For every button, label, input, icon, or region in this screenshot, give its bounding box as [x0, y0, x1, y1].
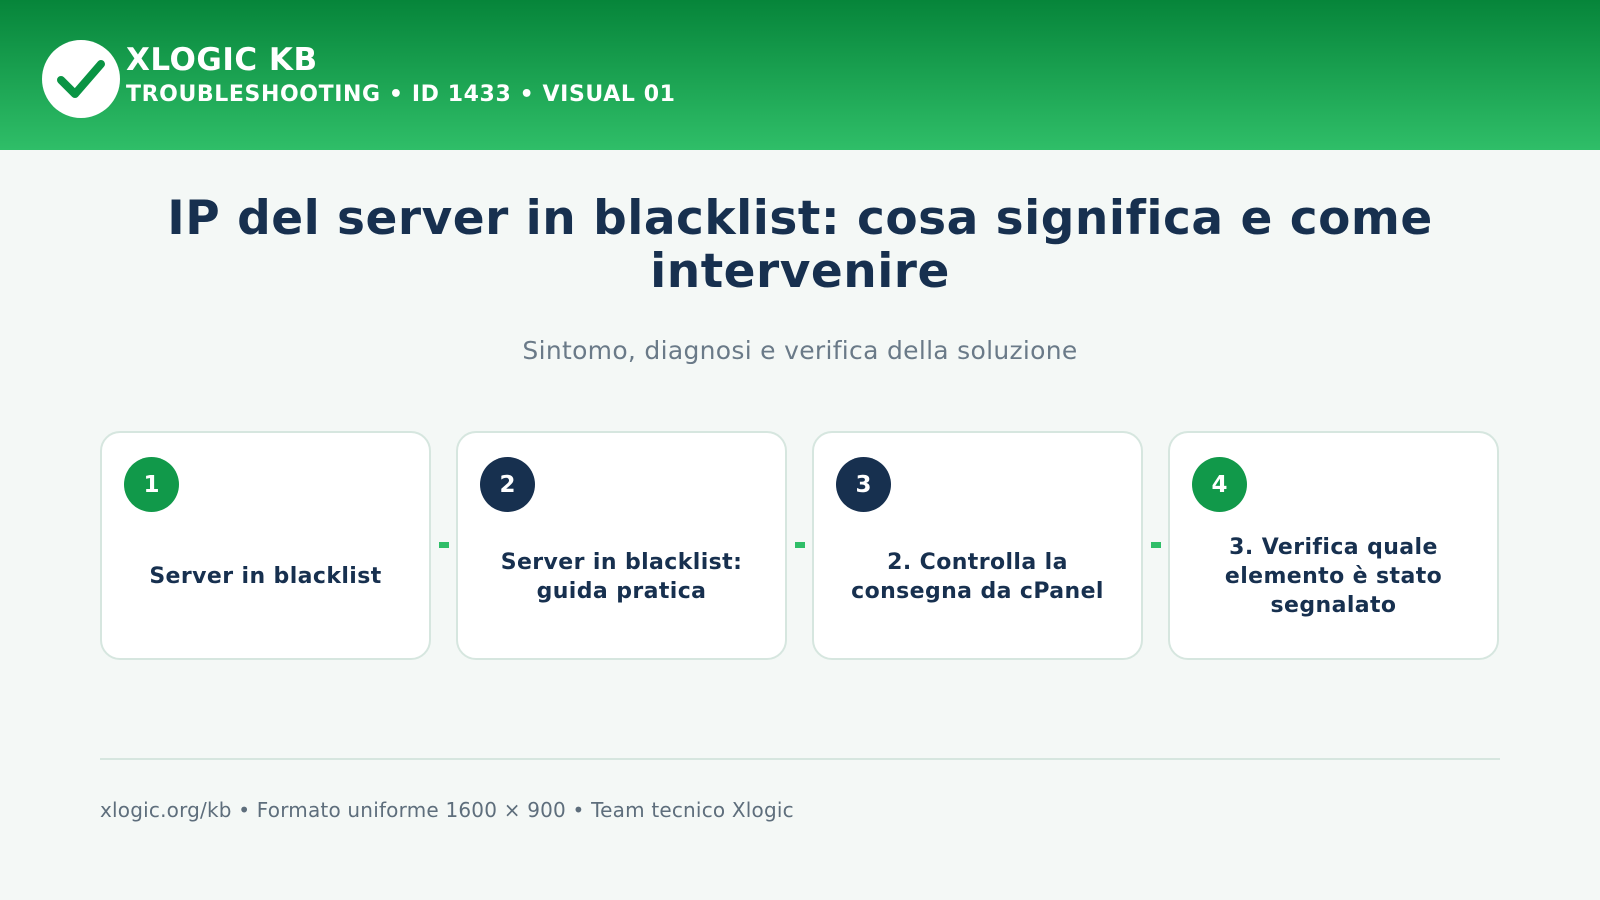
- brand-subtitle: TROUBLESHOOTING • ID 1433 • VISUAL 01: [126, 82, 676, 107]
- step-card-2: 2 Server in blacklist: guida pratica: [456, 431, 787, 660]
- header-banner: XLOGIC KB TROUBLESHOOTING • ID 1433 • VI…: [0, 0, 1600, 150]
- brand-title: XLOGIC KB: [126, 42, 318, 78]
- step-label: Server in blacklist: guida pratica: [500, 549, 743, 604]
- footer-divider: [100, 758, 1500, 760]
- step-number-badge: 1: [124, 457, 179, 512]
- logo: [42, 40, 120, 118]
- page-subtitle: Sintomo, diagnosi e verifica della soluz…: [522, 336, 1078, 365]
- step-card-1: 1 Server in blacklist: [100, 431, 431, 660]
- step-label: Server in blacklist: [149, 564, 382, 589]
- step-connector: [1151, 542, 1161, 548]
- page-title: IP del server in blacklist: cosa signifi…: [167, 191, 1433, 299]
- step-card-4: 4 3. Verifica quale elemento è stato seg…: [1168, 431, 1499, 660]
- checkmark-icon: [57, 60, 105, 98]
- step-number-badge: 4: [1192, 457, 1247, 512]
- step-number-badge: 2: [480, 457, 535, 512]
- step-connector: [795, 542, 805, 548]
- step-connector: [439, 542, 449, 548]
- step-card-3: 3 2. Controlla la consegna da cPanel: [812, 431, 1143, 660]
- step-number-badge: 3: [836, 457, 891, 512]
- footer-text: xlogic.org/kb • Formato uniforme 1600 × …: [100, 798, 794, 822]
- step-label: 3. Verifica quale elemento è stato segna…: [1224, 535, 1443, 618]
- step-label: 2. Controlla la consegna da cPanel: [851, 549, 1104, 604]
